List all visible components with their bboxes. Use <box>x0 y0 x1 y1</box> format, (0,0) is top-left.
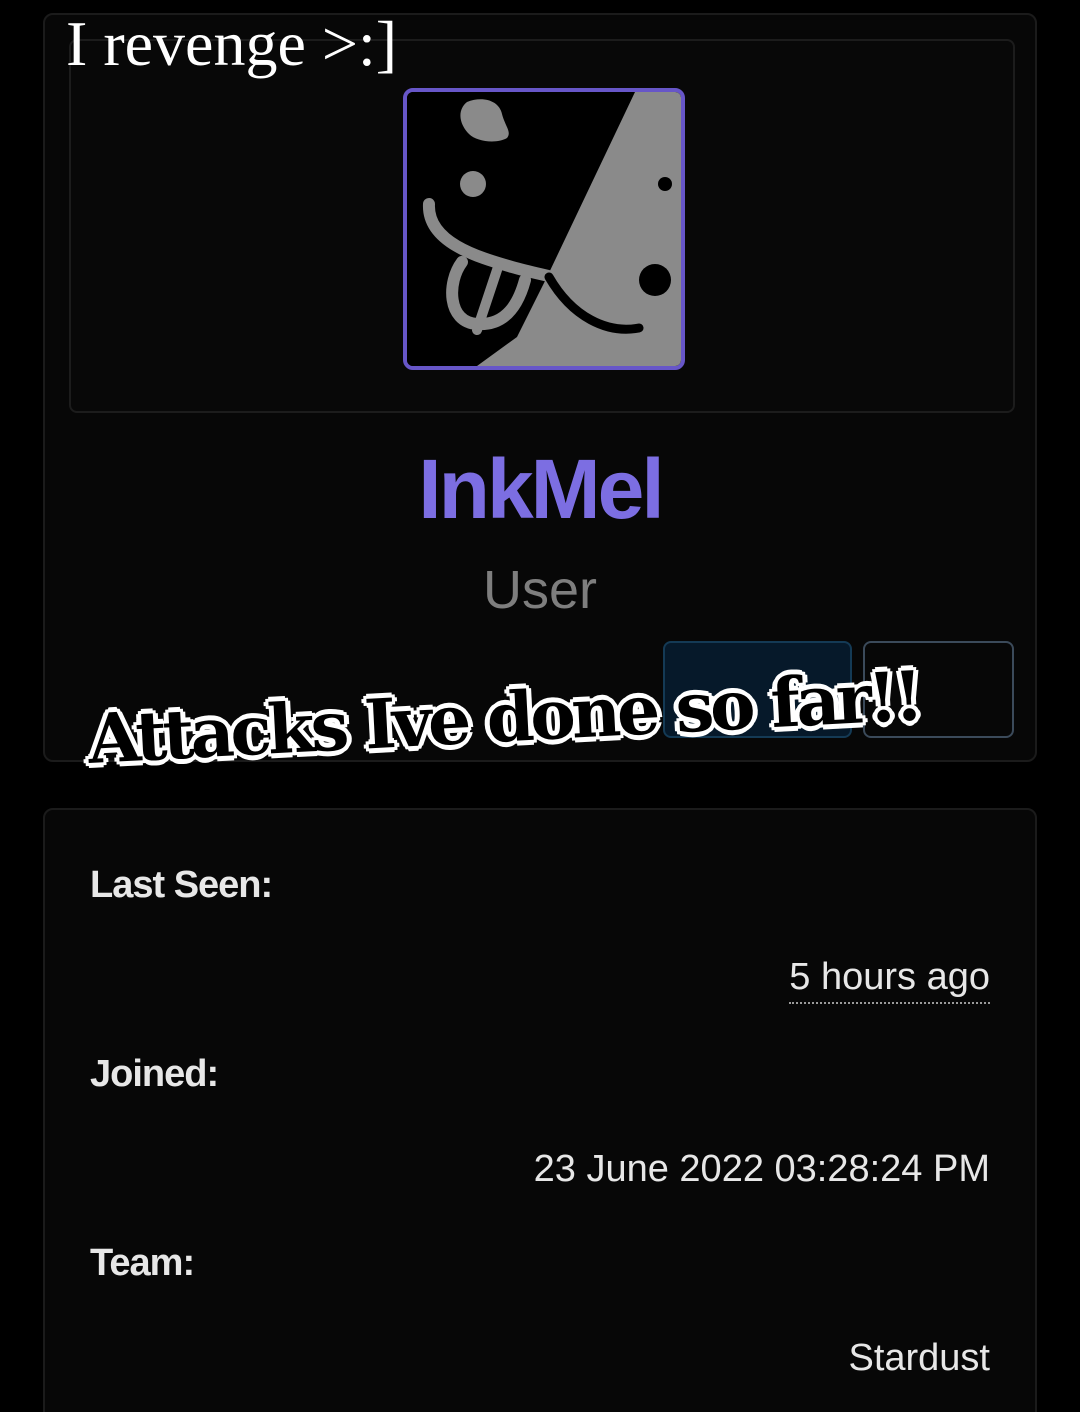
profile-banner <box>69 39 1015 413</box>
profile-card: InkMel User <box>43 13 1037 762</box>
joined-value: 23 June 2022 03:28:24 PM <box>533 1148 990 1190</box>
top-caption: I revenge >:] <box>66 8 398 79</box>
last-seen-value[interactable]: 5 hours ago <box>789 956 990 1004</box>
profile-page: InkMel User Last Seen: 5 hours ago Joine… <box>0 0 1080 1412</box>
avatar[interactable] <box>403 88 685 370</box>
joined-label: Joined: <box>90 1053 219 1095</box>
ink-character-avatar-icon <box>407 92 681 366</box>
user-role: User <box>482 560 597 620</box>
username: InkMel <box>418 442 664 536</box>
last-seen-label: Last Seen: <box>90 864 273 906</box>
profile-details-card: Last Seen: 5 hours ago Joined: 23 June 2… <box>43 808 1037 1412</box>
team-label: Team: <box>90 1242 195 1284</box>
team-value[interactable]: Stardust <box>848 1337 990 1380</box>
